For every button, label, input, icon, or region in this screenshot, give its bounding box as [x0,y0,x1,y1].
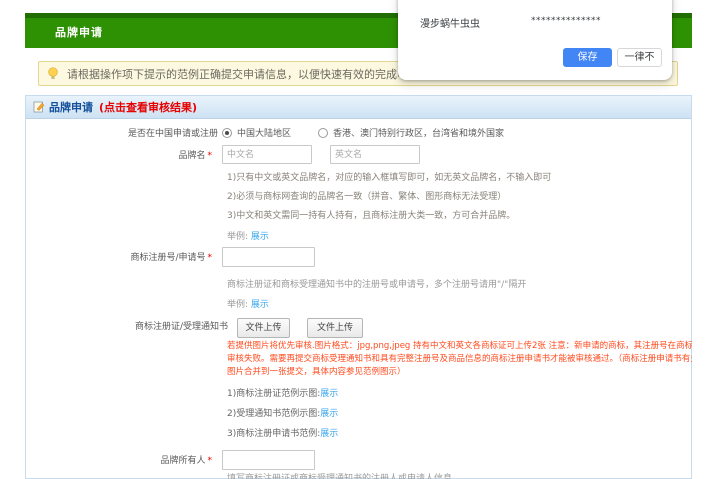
page: 品牌申请 请根据操作项下提示的范例正确提交申请信息，以便快速有效的完成申请。速卖… [0,0,720,479]
lightbulb-icon [48,67,58,80]
certificate-example-1-show-link[interactable]: 展示 [320,389,338,399]
brand-name-label: 品牌名* [60,150,212,162]
brand-name-example-row: 举例: 展示 [227,229,269,242]
save-password-popup: 漫步蜗牛虫虫 ************** 保存 一律不 [398,0,672,80]
warning-line: 若提供图片将优先审核.图片格式：jpg,png,jpeg 持有中文和英文各商标证… [227,340,692,353]
warning-line: 图片合并到一张提交，具体内容参见范例图示） [227,366,692,379]
radio-hk-macau-overseas-label[interactable]: 香港、澳门特别行政区，台湾省和境外国家 [333,128,504,140]
brand-owner-label: 品牌所有人* [60,455,212,467]
brand-name-cn-input[interactable] [222,145,312,164]
required-asterisk: * [208,151,213,161]
radio-hk-macau-overseas[interactable] [318,128,328,138]
brand-name-tip-2: 2)必须与商标网查询的品牌名一致（拼音、繁体、图形商标无法受理） [227,191,506,203]
trademark-no-label: 商标注册号/申请号* [60,252,212,264]
certificate-example-2-show-link[interactable]: 展示 [320,409,338,419]
trademark-no-example-show-link[interactable]: 展示 [251,300,269,310]
warning-line: 审核失败。需要再提交商标受理通知书和具有完整注册号及商品信息的商标注册申请书才能… [227,353,692,366]
certificate-label: 商标注册证/受理通知书 [60,321,228,333]
upload-file-button-1[interactable]: 文件上传 [237,318,290,338]
brand-owner-tip: 填写商标注册证或商标受理通知书的注册人或申请人信息 [227,473,452,479]
upload-file-button-2[interactable]: 文件上传 [307,318,363,338]
certificate-example-3: 3)商标注册申请书范例:展示 [227,426,338,439]
popup-username-text: 漫步蜗牛虫虫 [420,15,480,30]
brand-name-en-input[interactable] [330,145,420,164]
radio-mainland-china[interactable] [222,128,232,138]
popup-password-masked: ************** [531,16,601,26]
trademark-no-input[interactable] [222,247,315,267]
brand-name-tip-1: 1)只有中文或英文品牌名，对应的输入框填写即可，如无英文品牌名，不输入即可 [227,172,551,184]
radio-mainland-china-label[interactable]: 中国大陆地区 [237,128,291,140]
certificate-example-2: 2)受理通知书范例示图:展示 [227,406,338,419]
trademark-no-example-row: 举例: 展示 [227,297,269,310]
brand-name-example-show-link[interactable]: 展示 [251,232,269,242]
page-title: 品牌申请 [55,18,103,48]
required-asterisk: * [208,456,213,466]
certificate-warning-text: 若提供图片将优先审核.图片格式：jpg,png,jpeg 持有中文和英文各商标证… [227,340,692,379]
edit-note-icon [33,101,45,113]
certificate-example-1: 1)商标注册证范例示图:展示 [227,386,338,399]
brand-owner-input[interactable] [222,450,315,470]
popup-never-button[interactable]: 一律不 [617,48,662,67]
notice-text: 请根据操作项下提示的范例正确提交申请信息，以便快速有效的完成申请。速卖 [67,66,452,82]
section-title: 品牌申请 [49,99,93,115]
popup-save-button[interactable]: 保存 [563,48,612,67]
certificate-example-3-show-link[interactable]: 展示 [320,429,338,439]
region-label: 是否在中国申请或注册 [60,128,218,140]
section-header: 品牌申请 (点击查看审核结果) [26,96,691,119]
trademark-no-tip: 商标注册证和商标受理通知书中的注册号或申请号，多个注册号请用"/"隔开 [227,279,526,291]
view-audit-result-link[interactable]: (点击查看审核结果) [99,99,197,115]
required-asterisk: * [208,253,213,263]
brand-name-tip-3: 3)中文和英文需同一持有人持有，且商标注册大类一致，方可合并品牌。 [227,210,515,222]
